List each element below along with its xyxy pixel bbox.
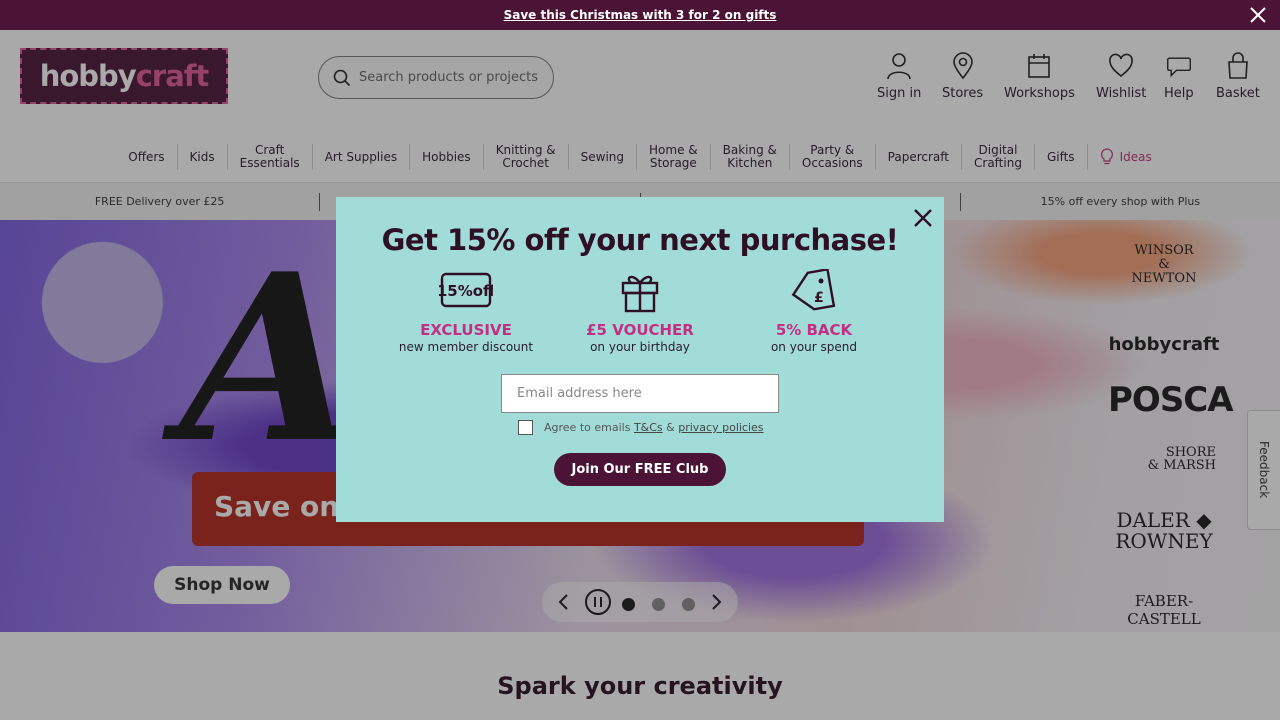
benefit-cashback-title: 5% BACK — [775, 321, 853, 339]
benefit-cashback: £ 5% BACK on your spend — [729, 269, 899, 354]
join-club-button[interactable]: Join Our FREE Club — [554, 453, 726, 486]
discount-badge-text: 15%off — [439, 282, 493, 300]
price-tag-icon: £ — [791, 269, 836, 311]
agree-ampersand: & — [666, 421, 675, 434]
benefit-voucher-subtitle: on your birthday — [590, 340, 690, 354]
benefit-exclusive-title: EXCLUSIVE — [420, 321, 512, 339]
benefit-voucher: £5 VOUCHER on your birthday — [555, 269, 725, 354]
tcs-link[interactable]: T&Cs — [634, 421, 663, 434]
email-field[interactable] — [501, 374, 779, 413]
modal-title: Get 15% off your next purchase! — [381, 223, 899, 257]
benefit-voucher-title: £5 VOUCHER — [586, 321, 694, 339]
benefit-exclusive-subtitle: new member discount — [398, 340, 534, 354]
signup-modal: Get 15% off your next purchase! 15%off E… — [336, 197, 944, 522]
agree-label: Agree to emails — [544, 421, 631, 434]
gift-icon — [621, 275, 659, 313]
discount-badge-icon: 15%off — [439, 272, 493, 308]
promo-link[interactable]: Save this Christmas with 3 for 2 on gift… — [504, 8, 777, 22]
benefit-cashback-subtitle: on your spend — [770, 340, 858, 354]
benefit-exclusive: 15%off EXCLUSIVE new member discount — [381, 269, 551, 354]
close-icon[interactable] — [1248, 5, 1268, 25]
agree-checkbox-row[interactable]: Agree to emails T&Cs & privacy policies — [518, 420, 764, 435]
promo-bar: Save this Christmas with 3 for 2 on gift… — [0, 0, 1280, 30]
privacy-policies-link[interactable]: privacy policies — [678, 421, 763, 434]
agree-checkbox[interactable] — [518, 420, 533, 435]
svg-text:£: £ — [814, 290, 824, 306]
